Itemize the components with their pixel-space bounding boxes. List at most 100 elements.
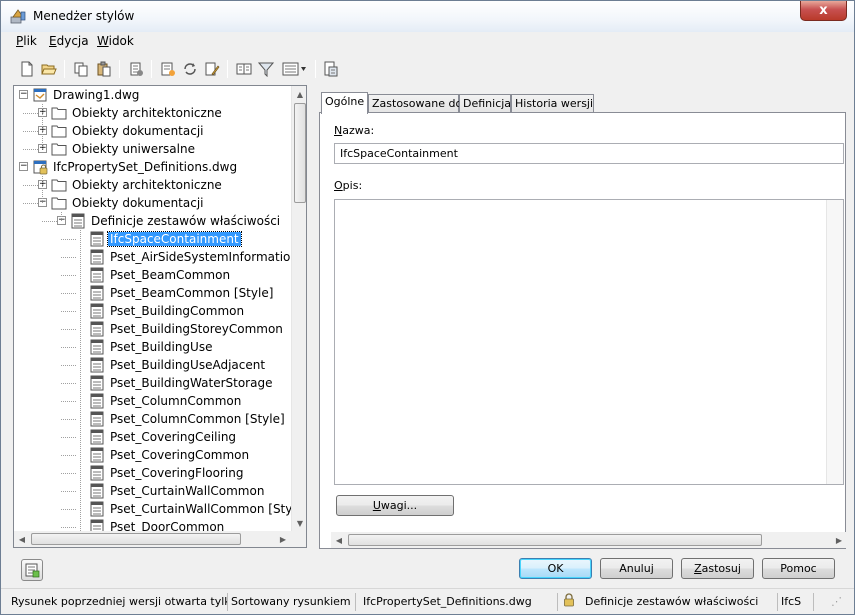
style-manager-window: Menedżer stylów x Plik Edycja Widok − Dra… [0,0,855,615]
tree-item-label: Pset_CurtainWallCommon [Style] [110,502,307,516]
tree-item-pset-coveringcommon[interactable]: Pset_CoveringCommon [89,446,251,464]
tree-item-pset-buildinguseadjacent[interactable]: Pset_BuildingUseAdjacent [89,356,267,374]
description-field[interactable] [334,199,844,485]
close-button[interactable]: x [800,1,847,21]
tree-item-drawing1-dwg[interactable]: Drawing1.dwg [32,86,141,104]
tree-connector [42,104,43,149]
open-icon[interactable] [39,59,59,79]
property-set-icon [89,411,105,427]
tree-item-pset-buildingstoreycommon[interactable]: Pset_BuildingStoreyCommon [89,320,285,338]
view-mode-icon[interactable] [280,59,310,79]
tree-connector [23,149,38,150]
name-label-mnemonic: N [334,124,343,137]
tree-connector [61,419,76,420]
toolbar-separator [119,60,120,78]
edit-style-icon[interactable] [202,59,222,79]
general-tab-page: Nazwa: IfcSpaceContainment Opis: Uwagi..… [319,112,846,549]
paste-icon[interactable] [94,59,114,79]
scroll-left-icon[interactable]: ◀ [331,532,347,548]
scroll-right-icon[interactable]: ▶ [831,532,847,548]
tree-item-label: Pset_ColumnCommon [Style] [110,412,285,426]
new-style-icon[interactable] [158,59,178,79]
tree-connector [61,455,76,456]
notes-button[interactable]: Uwagi... [336,495,454,516]
tree-item-label: Pset_ColumnCommon [110,394,242,408]
tree-item-pset-buildingwaterstorage[interactable]: Pset_BuildingWaterStorage [89,374,274,392]
status-drawing: IfcPropertySet_Definitions.dwg [363,595,532,608]
tree-item-definicje-zestaw-w-w-a-ciwo-ci[interactable]: Definicje zestawów właściwości [70,212,282,230]
purge-icon[interactable] [126,59,146,79]
tree-item-ifcspacecontainment[interactable]: IfcSpaceContainment [89,230,242,248]
menu-edit[interactable]: Edycja [49,34,89,48]
tree-item-pset-airsidesysteminformation[interactable]: Pset_AirSideSystemInformation [89,248,300,266]
scroll-up-icon[interactable]: ▲ [292,86,306,102]
tab-general[interactable]: Ogólne [321,92,368,114]
menu-view[interactable]: Widok [97,34,134,48]
menu-file[interactable]: Plik [16,34,37,48]
status-separator [813,593,814,611]
toolbar [9,57,847,83]
tree-item-obiekty-dokumentacji[interactable]: Obiekty dokumentacji [51,194,206,212]
help-button[interactable]: Pomoc [762,558,835,579]
menu-edit-label: dycja [56,34,89,48]
tree-item-pset-curtainwallcommon-style[interactable]: Pset_CurtainWallCommon [Style] [89,500,307,518]
tab-version-history[interactable]: Historia wersji [511,94,594,114]
tree-connector [61,329,76,330]
tree-item-pset-buildinguse[interactable]: Pset_BuildingUse [89,338,214,356]
scroll-thumb[interactable] [348,534,762,546]
tree-item-obiekty-architektoniczne[interactable]: Obiekty architektoniczne [51,176,224,194]
description-scrollbar[interactable] [826,200,843,484]
drawing-info-button[interactable] [21,559,43,581]
tree-connector [42,176,43,203]
new-icon[interactable] [17,59,37,79]
tree-horizontal-scrollbar[interactable]: ◀ ▶ [14,531,291,547]
lock-icon [563,593,579,611]
tree-item-pset-coveringflooring[interactable]: Pset_CoveringFlooring [89,464,245,482]
resize-grip-icon[interactable]: ⋰ [831,593,847,611]
panel-horizontal-scrollbar[interactable]: ◀ ▶ [331,532,847,548]
tree-item-pset-coveringceiling[interactable]: Pset_CoveringCeiling [89,428,238,446]
name-field[interactable]: IfcSpaceContainment [334,143,844,164]
tree-connector [23,113,38,114]
cancel-button[interactable]: Anuluj [600,558,673,579]
tree-item-pset-buildingcommon[interactable]: Pset_BuildingCommon [89,302,246,320]
browse-icon[interactable] [234,59,254,79]
collapse-icon[interactable]: − [19,90,28,99]
notes-button-label: wagi... [380,499,418,512]
tree-item-obiekty-dokumentacji[interactable]: Obiekty dokumentacji [51,122,206,140]
title-bar[interactable]: Menedżer stylów x [1,1,854,32]
scroll-right-icon[interactable]: ▶ [275,531,291,547]
filter-icon[interactable] [256,59,276,79]
tree-item-label: Pset_BuildingStoreyCommon [110,322,283,336]
tree-item-pset-beamcommon-style[interactable]: Pset_BeamCommon [Style] [89,284,275,302]
status-style: IfcS [781,595,802,608]
scroll-left-icon[interactable]: ◀ [14,531,30,547]
ok-button[interactable]: OK [519,558,592,579]
tree-item-pset-curtainwallcommon[interactable]: Pset_CurtainWallCommon [89,482,266,500]
scroll-thumb[interactable] [31,533,241,545]
tab-applies-to[interactable]: Zastosowane do [368,94,462,114]
tree-connector [80,230,81,531]
tree-connector [42,221,57,222]
property-set-icon [89,321,105,337]
style-tree[interactable]: − Drawing1.dwg + Obiekty architektoniczne + O… [13,85,307,548]
tab-definition[interactable]: Definicja [459,94,511,114]
toggle-view-icon[interactable] [321,59,341,79]
tree-item-ifcpropertyset-definitions-dwg[interactable]: IfcPropertySet_Definitions.dwg [32,158,239,176]
scroll-down-icon[interactable]: ▼ [292,515,306,531]
sync-icon[interactable] [180,59,200,79]
copy-icon[interactable] [71,59,91,79]
apply-button[interactable]: Zastosuj [681,558,754,579]
tree-item-obiekty-architektoniczne[interactable]: Obiekty architektoniczne [51,104,224,122]
tree-item-obiekty-uniwersalne[interactable]: Obiekty uniwersalne [51,140,197,158]
menu-edit-mnemonic: E [49,34,57,48]
scroll-thumb[interactable] [294,103,306,203]
collapse-icon[interactable]: − [19,162,28,171]
tree-item-pset-columncommon[interactable]: Pset_ColumnCommon [89,392,243,410]
tree-item-label: Obiekty architektoniczne [72,106,222,120]
tree-vertical-scrollbar[interactable]: ▲ ▼ [291,86,306,531]
tree-item-pset-beamcommon[interactable]: Pset_BeamCommon [89,266,232,284]
name-label-text: azwa: [342,124,375,137]
tree-item-label: Pset_BuildingUse [110,340,213,354]
tree-item-pset-columncommon-style[interactable]: Pset_ColumnCommon [Style] [89,410,287,428]
